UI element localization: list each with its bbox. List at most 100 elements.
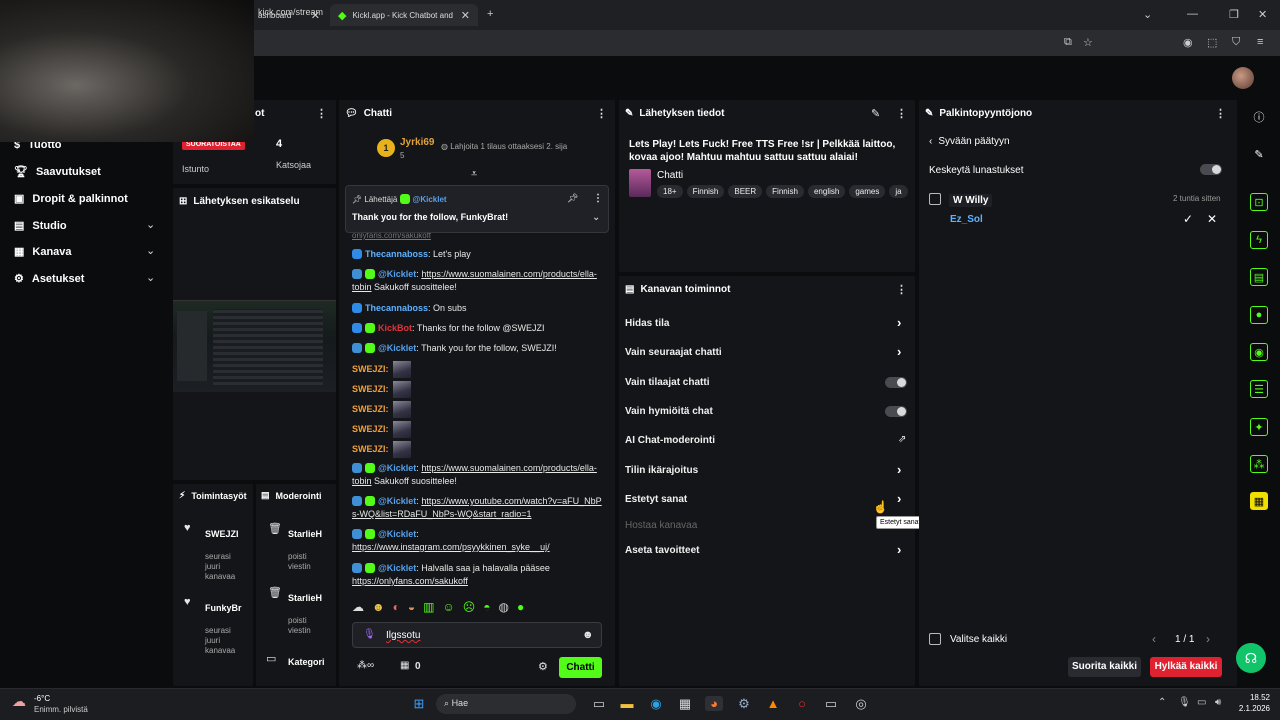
chevron-right-icon[interactable]: › xyxy=(897,491,901,506)
sidebar-item-saavutukset[interactable]: 🏆︎ Saavutukset xyxy=(14,165,101,179)
new-tab-icon[interactable]: + xyxy=(487,8,493,20)
chevron-down-icon[interactable]: ⌄ xyxy=(146,271,155,284)
frog-emote-icon[interactable]: ☺ xyxy=(442,600,454,614)
chat-user[interactable]: @Kicklet xyxy=(378,463,416,473)
url-field[interactable]: kick.com/stream xyxy=(258,7,323,17)
firefox-icon[interactable]: ◕ xyxy=(705,696,723,711)
slime-emote-icon[interactable]: ☹ xyxy=(463,600,476,614)
browser-tab-kicklet[interactable]: ◆ Kickl.app - Kick Chatbot and ✕ xyxy=(330,4,478,26)
blob-emote-icon[interactable]: ● xyxy=(517,600,524,614)
chevron-left-icon[interactable]: ‹ xyxy=(1152,632,1156,646)
chevron-down-icon[interactable]: ⌄ xyxy=(592,212,600,223)
link-icon[interactable]: ⁂∞ xyxy=(357,660,374,671)
mic-icon[interactable]: 🎙︎ xyxy=(363,629,376,640)
action-followers-only[interactable]: Vain seuraajat chatti xyxy=(625,347,722,358)
request-user[interactable]: Ez_Sol xyxy=(950,214,983,225)
close-window-icon[interactable]: ✕ xyxy=(1258,8,1267,21)
chat-user[interactable]: @Kicklet xyxy=(378,563,416,573)
emoji-icon[interactable]: ☻ xyxy=(582,629,594,641)
request-checkbox[interactable] xyxy=(929,193,941,205)
sidebar-item-kanava[interactable]: ▦ Kanava xyxy=(14,245,72,259)
chat-link[interactable]: https://onlyfans.com/sakukoff xyxy=(352,576,468,586)
reject-icon[interactable]: ✕ xyxy=(1207,212,1217,226)
chat-user[interactable]: Thecannaboss xyxy=(365,249,428,259)
edit-icon[interactable]: ✎ xyxy=(871,107,880,120)
profile-icon[interactable]: ◉ xyxy=(1183,36,1193,49)
chat-user[interactable]: SWEJZI: xyxy=(352,384,389,394)
chat-link[interactable]: https://www.instagram.com/psyykkinen_syk… xyxy=(352,542,550,552)
support-chat-button[interactable]: ☊ xyxy=(1236,643,1266,673)
action-age-restriction[interactable]: Tilin ikärajoitus xyxy=(625,465,698,476)
steam-icon[interactable]: ⚙ xyxy=(735,696,753,712)
chat-user[interactable]: @Kicklet xyxy=(378,269,416,279)
ball-emote-icon[interactable]: ◍ xyxy=(499,600,509,614)
info-icon[interactable]: ⓘ xyxy=(1250,108,1268,126)
shapes-icon[interactable]: ⁂ xyxy=(1250,455,1268,473)
face-emote-icon[interactable]: ☻ xyxy=(372,600,385,614)
fish-emote-icon[interactable]: ◐ xyxy=(393,600,400,614)
vlc-icon[interactable]: ▲ xyxy=(764,696,782,711)
chevron-down-icon[interactable]: ⌄ xyxy=(146,218,155,231)
sidebar-item-studio[interactable]: ▤ Studio xyxy=(14,219,67,233)
ghost-emote-icon[interactable]: ☁ xyxy=(352,600,364,614)
chat-bubble-icon[interactable]: ● xyxy=(1250,306,1268,324)
cup-emote-icon[interactable]: ▥ xyxy=(423,600,434,614)
edge-icon[interactable]: ◉ xyxy=(647,696,665,712)
chat-user[interactable]: Thecannaboss xyxy=(365,303,428,313)
gear-icon[interactable]: ⚙ xyxy=(538,660,548,673)
scan-icon[interactable]: ⊡ xyxy=(1250,193,1268,211)
taskbar-search[interactable]: ⌕ Hae xyxy=(436,694,576,714)
install-app-icon[interactable]: ⧉ xyxy=(1064,36,1072,49)
action-ai-moderation[interactable]: AI Chat-moderointi xyxy=(625,435,715,446)
file-explorer-icon[interactable]: ▬ xyxy=(618,696,636,711)
pause-redemptions-toggle[interactable] xyxy=(1200,164,1222,175)
sidebar-item-asetukset[interactable]: ⚙ Asetukset xyxy=(14,272,84,286)
avatar[interactable] xyxy=(1232,67,1254,89)
action-set-goals[interactable]: Aseta tavoitteet xyxy=(625,545,699,556)
opera-icon[interactable]: ○ xyxy=(793,696,811,711)
reject-all-button[interactable]: Hylkää kaikki xyxy=(1150,657,1222,677)
maximize-icon[interactable]: ❐ xyxy=(1229,8,1239,21)
chat-user[interactable]: SWEJZI: xyxy=(352,404,389,414)
chat-user[interactable]: SWEJZI: xyxy=(352,364,389,374)
more-icon[interactable]: ⋮ xyxy=(593,193,603,204)
close-icon[interactable]: ✕ xyxy=(461,9,470,22)
approve-icon[interactable]: ✓ xyxy=(1183,212,1193,226)
sidebar-item-dropit[interactable]: ▣ Dropit & palkinnot xyxy=(14,192,128,206)
back-link[interactable]: ‹ Syvään päätyyn xyxy=(929,136,1010,147)
chevron-right-icon[interactable]: › xyxy=(897,462,901,477)
chevron-right-icon[interactable]: › xyxy=(897,542,901,557)
pin-toggle-icon[interactable]: 📌︎ xyxy=(567,193,578,204)
tray-chevron-icon[interactable]: ⌃ xyxy=(1158,697,1166,708)
subscribers-only-toggle[interactable] xyxy=(885,377,907,388)
chevron-right-icon[interactable]: › xyxy=(1206,632,1210,646)
action-blocked-words[interactable]: Estetyt sanat xyxy=(625,494,687,505)
more-icon[interactable]: ⋮ xyxy=(596,107,607,120)
external-link-icon[interactable]: ⇗ xyxy=(898,434,906,445)
chat-user[interactable]: SWEJZI: xyxy=(352,424,389,434)
pinned-user[interactable]: @Kicklet xyxy=(413,195,447,204)
layers-icon[interactable]: ☰ xyxy=(1250,380,1268,398)
network-icon[interactable]: ▭ xyxy=(1197,697,1206,708)
extensions-icon[interactable]: ⬚ xyxy=(1207,36,1217,49)
broadcast-icon[interactable]: ◉ xyxy=(1250,343,1268,361)
chevron-right-icon[interactable]: › xyxy=(897,344,901,359)
bookmark-star-icon[interactable]: ☆ xyxy=(1083,36,1093,49)
chat-input-box[interactable]: 🎙︎ Ilgssotu ☻ xyxy=(352,622,602,648)
windows-start-icon[interactable]: ⊞ xyxy=(410,696,428,712)
collapse-icon[interactable]: ⩡ xyxy=(471,168,477,181)
task-view-icon[interactable]: ▭ xyxy=(590,696,608,712)
chat-user[interactable]: @Kicklet xyxy=(378,343,416,353)
shield-icon[interactable]: ⛉ xyxy=(1232,36,1240,49)
chat-input[interactable]: Ilgssotu xyxy=(386,630,420,641)
chevron-down-icon[interactable]: ⌄ xyxy=(146,244,155,257)
menu-icon[interactable]: ≡ xyxy=(1257,36,1263,48)
volume-icon[interactable]: 🔊︎ xyxy=(1215,697,1221,708)
more-icon[interactable]: ⋮ xyxy=(896,107,907,120)
pencil-icon[interactable]: ✎ xyxy=(1250,145,1268,163)
clock-time[interactable]: 18.52 xyxy=(1244,693,1270,702)
send-chat-button[interactable]: Chatti xyxy=(559,657,602,678)
action-slow-mode[interactable]: Hidas tila xyxy=(625,318,669,329)
more-icon[interactable]: ⋮ xyxy=(1215,107,1226,120)
stream-preview-video[interactable] xyxy=(173,300,336,392)
